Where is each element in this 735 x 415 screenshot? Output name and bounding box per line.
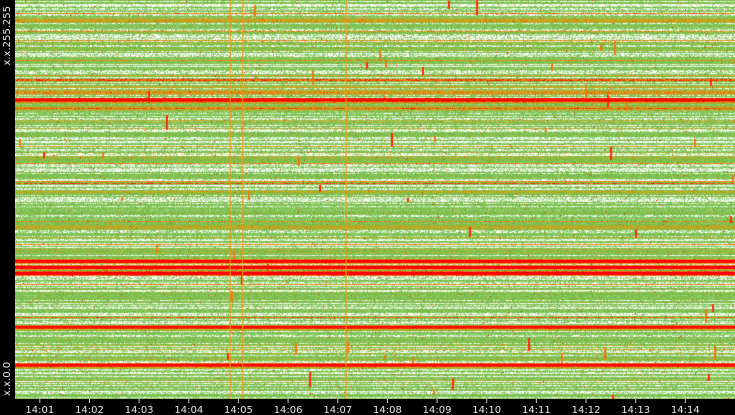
hot-band — [15, 259, 735, 263]
y-tick-label: x.x.255.255 — [2, 6, 13, 66]
x-tick-label: 14:12 — [572, 405, 601, 415]
y-tick-label: x.x.0.0 — [2, 362, 13, 396]
x-tick-label: 14:03 — [125, 405, 154, 415]
x-tick-label: 14:04 — [174, 405, 203, 415]
hot-band — [15, 363, 735, 367]
heatmap-chart: 14:01 14:02 14:03 14:04 14:05 14:06 14:07 14:08… — [0, 0, 735, 415]
x-tick-label: 14:11 — [522, 405, 551, 415]
hot-band — [15, 271, 735, 275]
x-tick-label: 14:13 — [621, 405, 650, 415]
hot-band — [15, 325, 735, 329]
x-tick-label: 14:07 — [323, 405, 352, 415]
x-tick-label: 14:05 — [224, 405, 253, 415]
heatmap-cells — [15, 0, 735, 399]
x-tick-label: 14:01 — [25, 405, 54, 415]
x-tick-label: 14:08 — [373, 405, 402, 415]
hot-column — [242, 0, 244, 399]
x-tick-label: 14:14 — [671, 405, 700, 415]
x-tick-label: 14:09 — [423, 405, 452, 415]
x-tick-label: 14:06 — [274, 405, 303, 415]
hot-column — [345, 0, 347, 399]
x-tick-label: 14:10 — [472, 405, 501, 415]
hot-band — [15, 265, 735, 269]
x-tick-label: 14:02 — [75, 405, 104, 415]
hot-column — [229, 0, 231, 399]
hot-band — [15, 98, 735, 102]
